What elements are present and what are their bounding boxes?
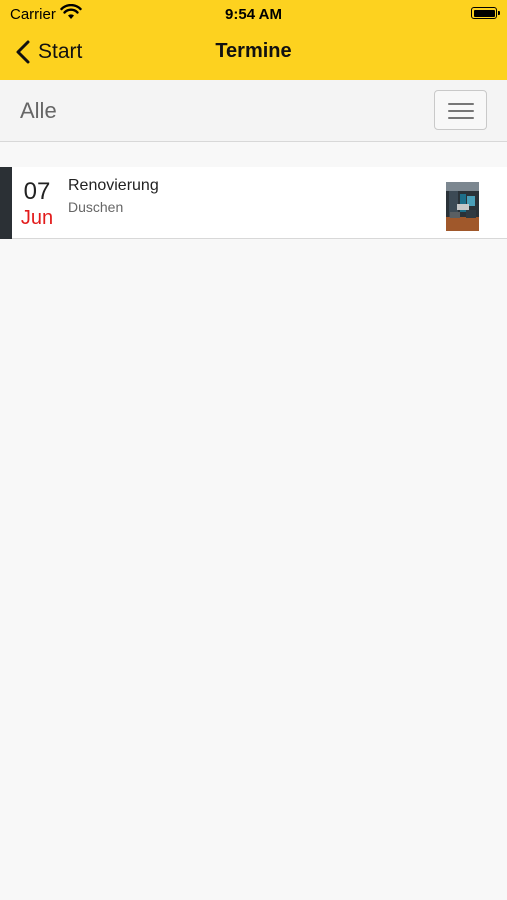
appointment-thumbnail[interactable] bbox=[446, 182, 479, 231]
appointment-day: 07 bbox=[23, 178, 51, 205]
battery-icon bbox=[471, 7, 500, 19]
status-bar: Carrier 9:54 AM bbox=[0, 0, 507, 28]
back-button-label: Start bbox=[38, 40, 83, 63]
filter-label[interactable]: Alle bbox=[20, 98, 57, 124]
chevron-left-icon bbox=[16, 40, 30, 64]
navigation-bar: Start Termine bbox=[0, 30, 507, 74]
filter-bar: Alle bbox=[0, 80, 507, 142]
appointment-subtitle: Duschen bbox=[68, 199, 124, 215]
back-button[interactable]: Start bbox=[14, 36, 82, 68]
status-time: 9:54 AM bbox=[225, 6, 282, 23]
menu-button[interactable] bbox=[434, 90, 487, 130]
appointment-month: Jun bbox=[20, 207, 54, 229]
top-bar: Carrier 9:54 AM Start Termine bbox=[0, 0, 507, 80]
appointment-row[interactable]: 07 Jun Renovierung Duschen bbox=[0, 167, 507, 239]
appointment-list: 07 Jun Renovierung Duschen bbox=[0, 167, 507, 239]
row-accent-bar bbox=[0, 167, 12, 239]
appointment-title: Renovierung bbox=[68, 177, 159, 194]
